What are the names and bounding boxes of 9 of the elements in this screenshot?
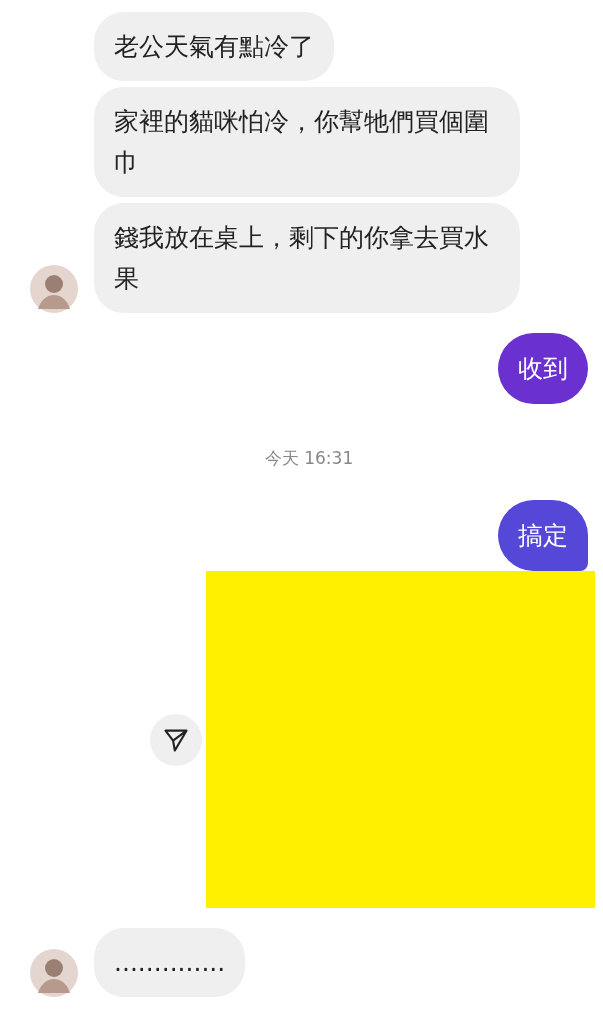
timestamp: 今天 16:31 [264,447,354,470]
avatar[interactable] [30,949,78,997]
message-bubble: 老公天氣有點冷了 [94,12,334,81]
message-bubble: 錢我放在桌上，剩下的你拿去買水果 [94,203,520,313]
message-bubble: .............. [94,928,246,997]
avatar[interactable] [30,265,78,313]
message-bubble: 家裡的貓咪怕冷，你幫牠們買個圍巾 [94,87,520,197]
message-bubble: 收到 [498,333,588,404]
message-bubble: 搞定 [498,500,588,571]
